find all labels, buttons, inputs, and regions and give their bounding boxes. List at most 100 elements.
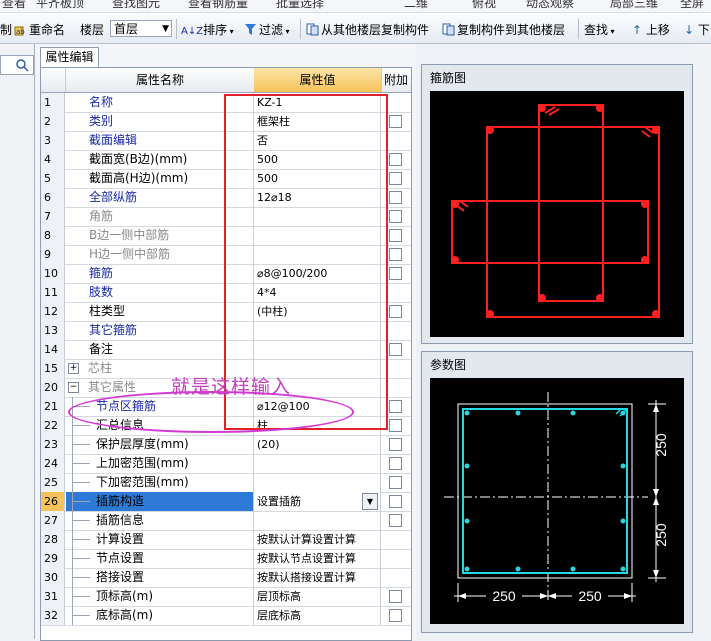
table-row[interactable]: 23 保护层厚度(mm) (20) xyxy=(41,435,411,455)
toolbar-item-orbit[interactable]: 动态观察 xyxy=(526,0,574,11)
property-value-cell[interactable]: 层底标高 xyxy=(254,606,381,625)
property-value-cell[interactable] xyxy=(254,473,381,492)
rename-button[interactable]: ab 重命名 xyxy=(14,21,65,38)
property-name-cell[interactable]: 下加密范围(mm) xyxy=(66,473,254,492)
extra-checkbox[interactable] xyxy=(389,590,402,603)
property-name: 插筋信息 xyxy=(96,513,145,527)
property-name-cell[interactable]: 底标高(m) xyxy=(66,606,254,625)
row-index: 13 xyxy=(41,321,65,340)
table-row[interactable]: 31 顶标高(m) 层顶标高 xyxy=(41,587,411,607)
tree-line xyxy=(72,444,90,445)
dim-arrows xyxy=(458,404,659,599)
extra-checkbox[interactable] xyxy=(389,191,402,204)
header-name[interactable]: 属性名称 xyxy=(66,68,255,92)
table-row[interactable]: 28 计算设置 按默认计算设置计算 xyxy=(41,530,411,550)
filter-button[interactable]: 过滤 ▾ xyxy=(244,21,290,38)
toolbar-item-rebar-qty[interactable]: 查看钢筋量 xyxy=(188,0,248,11)
floor-select[interactable]: 首层 ▼ xyxy=(110,20,172,37)
row-index: 9 xyxy=(41,245,65,264)
copy-to-floor-button[interactable]: 复制构件到其他楼层 xyxy=(442,21,565,38)
toolbar-item-view[interactable]: 查看 xyxy=(2,0,26,11)
find-button[interactable]: 查找 ▾ xyxy=(584,21,615,38)
toolbar-item-find[interactable]: 查找图元 xyxy=(112,0,160,11)
tree-line xyxy=(72,577,90,578)
property-name-cell[interactable]: 计算设置 xyxy=(66,530,254,549)
table-row[interactable]: 29 节点设置 按默认节点设置计算 xyxy=(41,549,411,569)
tab-property-edit[interactable]: 属性编辑 xyxy=(40,47,99,67)
table-row[interactable]: 32 底标高(m) 层底标高 xyxy=(41,606,411,626)
table-row[interactable]: 30 搭接设置 按默认搭接设置计算 xyxy=(41,568,411,588)
toolbar-item-top-view[interactable]: 俯视 xyxy=(472,0,496,11)
tree-line xyxy=(72,615,90,616)
extra-checkbox[interactable] xyxy=(389,438,402,451)
floor-label: 楼层 xyxy=(80,23,105,37)
property-name: H边一侧中部筋 xyxy=(89,247,171,261)
row-index: 28 xyxy=(41,530,65,549)
property-value-cell[interactable]: 层顶标高 xyxy=(254,587,381,606)
property-value-cell[interactable]: 按默认搭接设置计算 xyxy=(254,568,381,587)
toolbar-item-fullscreen[interactable]: 全屏 xyxy=(680,0,704,11)
row-index: 11 xyxy=(41,283,65,302)
sort-button[interactable]: A↓Z排序 ▾ xyxy=(181,21,234,38)
table-row[interactable]: 24 上加密范围(mm) xyxy=(41,454,411,474)
table-row[interactable]: 26 插筋构造 设置插筋 ▼ xyxy=(41,492,411,512)
property-name-cell[interactable]: 上加密范围(mm) xyxy=(66,454,254,473)
toolbar-item-clipped[interactable]: 制 xyxy=(0,21,12,38)
property-name: 保护层厚度(mm) xyxy=(96,437,189,451)
copy-from-floor-button[interactable]: 从其他楼层复制构件 xyxy=(306,21,429,38)
extra-checkbox[interactable] xyxy=(389,210,402,223)
property-value-cell[interactable]: 设置插筋 ▼ xyxy=(254,492,381,511)
extra-checkbox[interactable] xyxy=(389,400,402,413)
move-down-label: 下 xyxy=(697,23,710,37)
property-value-cell[interactable] xyxy=(254,511,381,530)
search-input[interactable] xyxy=(0,55,34,75)
row-index: 20 xyxy=(41,378,65,397)
extra-checkbox[interactable] xyxy=(389,229,402,242)
extra-cell xyxy=(381,473,411,492)
extra-checkbox[interactable] xyxy=(389,172,402,185)
extra-checkbox[interactable] xyxy=(389,419,402,432)
property-name-cell[interactable]: 保护层厚度(mm) xyxy=(66,435,254,454)
property-name-cell[interactable]: 搭接设置 xyxy=(66,568,254,587)
chevron-down-icon[interactable]: ▼ xyxy=(362,493,378,510)
header-value[interactable]: 属性值 xyxy=(254,68,382,92)
property-name-cell[interactable]: 顶标高(m) xyxy=(66,587,254,606)
collapse-icon[interactable]: − xyxy=(68,382,79,393)
property-name-cell[interactable]: 节点设置 xyxy=(66,549,254,568)
property-value-cell[interactable]: 按默认节点设置计算 xyxy=(254,549,381,568)
filter-label: 过滤 xyxy=(259,23,284,37)
extra-checkbox[interactable] xyxy=(389,248,402,261)
property-value-cell[interactable] xyxy=(254,454,381,473)
extra-checkbox[interactable] xyxy=(389,267,402,280)
extra-checkbox[interactable] xyxy=(389,457,402,470)
extra-checkbox[interactable] xyxy=(389,609,402,622)
toolbar-item-batch-select[interactable]: 批量选择 xyxy=(276,0,324,11)
property-name: 搭接设置 xyxy=(96,570,145,584)
extra-checkbox[interactable] xyxy=(389,343,402,356)
move-up-button[interactable]: ↑ 上移 xyxy=(632,21,670,38)
toolbar-item-local-3d[interactable]: 局部三维 xyxy=(610,0,658,11)
property-name: 底标高(m) xyxy=(96,608,154,622)
toolbar-item-align-slab[interactable]: 平齐板顶 xyxy=(36,0,84,11)
table-row[interactable]: 25 下加密范围(mm) xyxy=(41,473,411,493)
extra-checkbox[interactable] xyxy=(389,514,402,527)
property-name-cell[interactable]: 插筋构造 xyxy=(66,492,254,511)
table-row[interactable]: 27 插筋信息 xyxy=(41,511,411,531)
extra-checkbox[interactable] xyxy=(389,476,402,489)
extra-cell xyxy=(381,606,411,625)
row-index: 7 xyxy=(41,207,65,226)
property-value-cell[interactable]: (20) xyxy=(254,435,381,454)
extra-checkbox[interactable] xyxy=(389,305,402,318)
extra-checkbox[interactable] xyxy=(389,153,402,166)
property-value-cell[interactable]: 按默认计算设置计算 xyxy=(254,530,381,549)
right-scrollbar[interactable] xyxy=(694,44,711,639)
extra-cell xyxy=(381,568,411,587)
expand-icon[interactable]: + xyxy=(68,363,79,374)
extra-checkbox[interactable] xyxy=(389,115,402,128)
move-down-button[interactable]: ↓ 下 xyxy=(684,21,710,38)
property-name: 顶标高(m) xyxy=(96,589,154,603)
extra-checkbox[interactable] xyxy=(389,495,402,508)
toolbar-item-2d[interactable]: 二维 xyxy=(404,0,428,11)
header-extra[interactable]: 附加 xyxy=(381,68,411,92)
property-name-cell[interactable]: 插筋信息 xyxy=(66,511,254,530)
